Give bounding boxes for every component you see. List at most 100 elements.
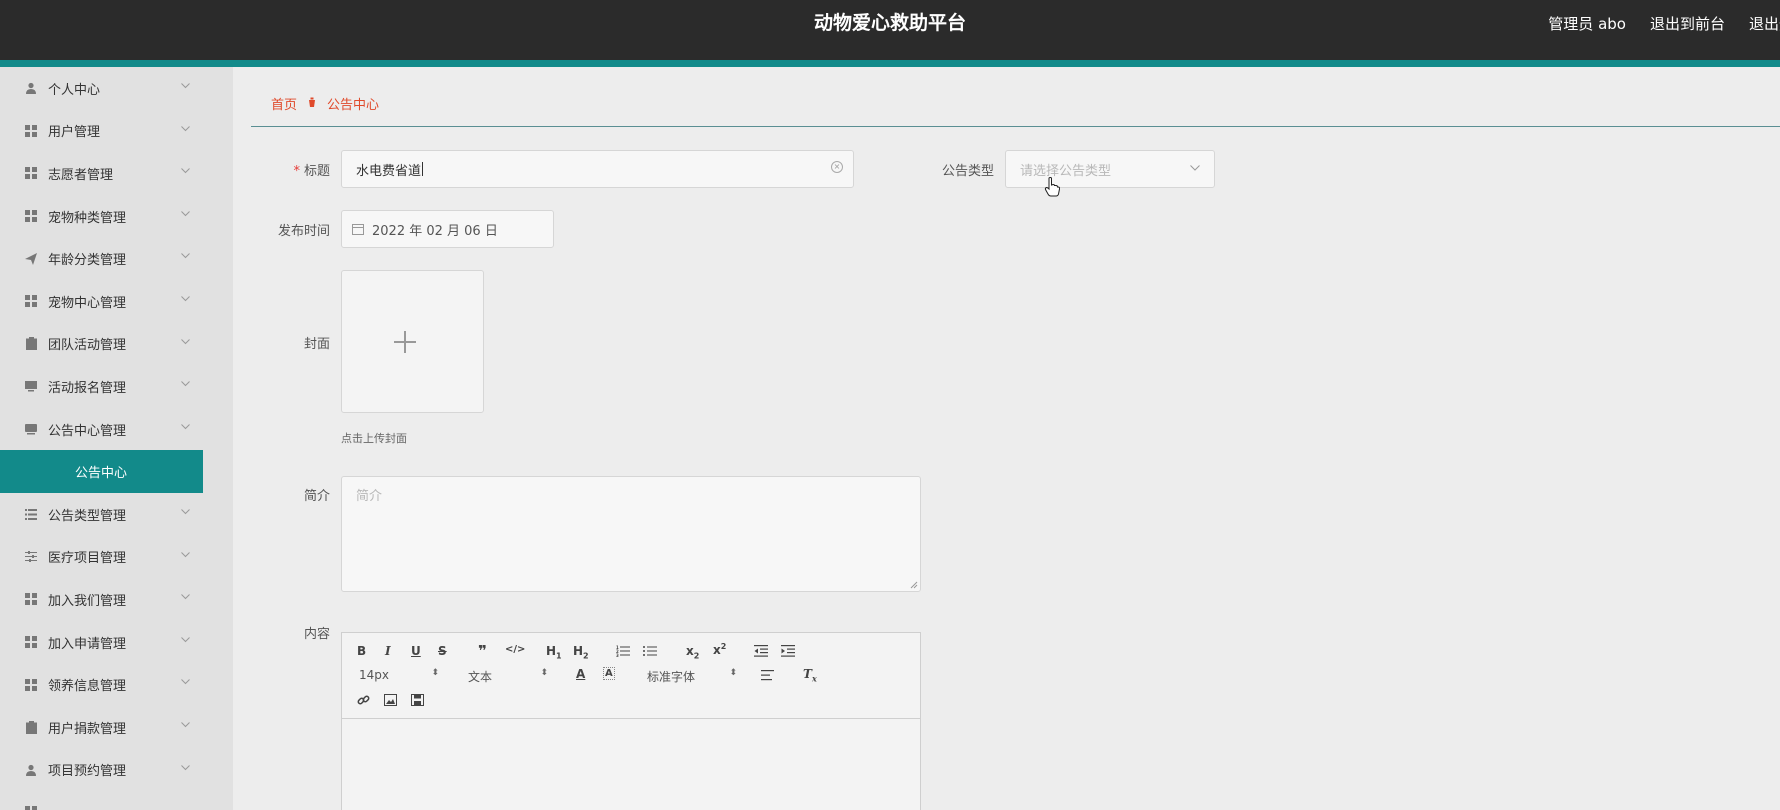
- notice-type-select[interactable]: 请选择公告类型: [1005, 150, 1215, 188]
- sidebar-item-team-activity-management[interactable]: 团队活动管理: [0, 323, 233, 366]
- chevron-down-icon: [181, 124, 190, 133]
- required-mark: *: [293, 164, 300, 179]
- cover-uploader[interactable]: [341, 270, 484, 413]
- grid-icon: [24, 124, 38, 138]
- align-left-icon[interactable]: [761, 670, 774, 681]
- main-content: 首页 公告中心 * 标题 水电费省道 × 公告类型 请选择公告类型 发布时间 20…: [233, 67, 1780, 810]
- title-input-value: 水电费省道: [356, 163, 422, 179]
- chevron-down-icon: [181, 550, 190, 559]
- publish-date-picker[interactable]: 2022 年 02 月 06 日: [341, 210, 554, 248]
- indent-icon[interactable]: [781, 645, 795, 657]
- sidebar-item-label: 宠物中心管理: [48, 295, 127, 311]
- sidebar-item-project-appointment-management[interactable]: 项目预约管理: [0, 749, 233, 792]
- sidebar-item-label: 加入申请管理: [48, 636, 127, 652]
- chevron-down-icon: [181, 720, 190, 729]
- notice-type-label: 公告类型: [941, 164, 994, 179]
- clear-icon[interactable]: ×: [831, 161, 843, 173]
- sidebar-item-age-category-management[interactable]: 年龄分类管理: [0, 237, 233, 280]
- breadcrumb-home-link[interactable]: 首页: [271, 94, 297, 113]
- select-arrows-icon: ⬍: [540, 668, 548, 678]
- sidebar-item-notice-type-management[interactable]: 公告类型管理: [0, 493, 233, 536]
- font-size-select[interactable]: 14px ⬍: [359, 668, 439, 682]
- cover-label: 封面: [303, 337, 330, 352]
- sidebar-item-label: 医疗项目管理: [48, 551, 127, 567]
- chevron-down-icon: [181, 635, 190, 644]
- sidebar-item-label: 志愿者管理: [48, 167, 114, 183]
- sidebar-item-label: 公告类型管理: [48, 508, 127, 524]
- heading2-icon[interactable]: H2: [573, 644, 589, 660]
- sidebar-item-partial[interactable]: [0, 791, 233, 810]
- sidebar-item-adoption-info-management[interactable]: 领养信息管理: [0, 663, 233, 706]
- sidebar-item-medical-project-management[interactable]: 医疗项目管理: [0, 536, 233, 579]
- font-family-select[interactable]: 标准字体 ⬍: [647, 668, 737, 685]
- select-arrows-icon: ⬍: [729, 668, 737, 678]
- breadcrumb-divider: [251, 126, 1780, 127]
- resize-handle-icon[interactable]: [910, 581, 918, 589]
- heading1-icon[interactable]: H1: [546, 644, 562, 660]
- cover-hint: 点击上传封面: [341, 432, 407, 445]
- superscript-icon[interactable]: x2: [713, 642, 726, 657]
- ordered-list-icon[interactable]: 123: [616, 645, 630, 657]
- calendar-icon: [352, 223, 364, 235]
- sidebar-item-pet-type-management[interactable]: 宠物种类管理: [0, 195, 233, 238]
- outdent-icon[interactable]: [754, 645, 768, 657]
- editor-content-area[interactable]: [342, 720, 920, 810]
- chevron-down-icon: [1190, 163, 1200, 174]
- content-label: 内容: [303, 627, 330, 642]
- editor-toolbar: B I U S ❞ </> H1 H2 123 x2 x2 14px ⬍ 文本 …: [342, 633, 920, 719]
- bullet-list-icon[interactable]: [643, 645, 657, 657]
- italic-icon[interactable]: I: [385, 644, 391, 658]
- link-icon[interactable]: [357, 694, 370, 707]
- sidebar-item-label: 团队活动管理: [48, 338, 127, 354]
- user-icon: [24, 81, 38, 95]
- grid-icon: [24, 678, 38, 692]
- sidebar-item-label: 年龄分类管理: [48, 253, 127, 269]
- exit-to-front-link[interactable]: 退出到前台: [1650, 13, 1725, 34]
- sidebar-item-activity-signup-management[interactable]: 活动报名管理: [0, 365, 233, 408]
- intro-textarea[interactable]: 简介: [341, 476, 921, 592]
- sidebar-item-notice-center-management[interactable]: 公告中心管理: [0, 408, 233, 451]
- sidebar-item-volunteer-management[interactable]: 志愿者管理: [0, 152, 233, 195]
- select-arrows-icon: ⬍: [431, 668, 439, 678]
- sidebar: 个人中心 用户管理 志愿者管理 宠物种类管理 年龄分类管理 宠物中心管理 团队活…: [0, 67, 233, 810]
- sidebar-item-label: 活动报名管理: [48, 380, 127, 396]
- font-color-icon[interactable]: A: [576, 667, 585, 681]
- publish-date-value: 2022 年 02 月 06 日: [372, 223, 498, 239]
- sidebar-item-user-donation-management[interactable]: 用户捐款管理: [0, 706, 233, 749]
- logout-link[interactable]: 退出登: [1749, 13, 1780, 34]
- background-color-icon[interactable]: A: [603, 667, 615, 680]
- clipboard-icon: [24, 720, 38, 734]
- format-value: 文本: [468, 670, 493, 684]
- sidebar-item-personal-center[interactable]: 个人中心: [0, 67, 233, 110]
- sidebar-item-label: 用户管理: [48, 125, 101, 141]
- chevron-down-icon: [181, 209, 190, 218]
- chevron-down-icon: [181, 507, 190, 516]
- code-icon[interactable]: </>: [505, 644, 525, 655]
- clear-format-icon[interactable]: Tx: [803, 667, 817, 683]
- sliders-icon: [24, 550, 38, 564]
- intro-label: 简介: [303, 489, 330, 504]
- video-icon[interactable]: [411, 694, 424, 706]
- sidebar-item-label: 用户捐款管理: [48, 721, 127, 737]
- send-icon: [24, 252, 38, 266]
- sidebar-item-pet-center-management[interactable]: 宠物中心管理: [0, 280, 233, 323]
- subscript-icon[interactable]: x2: [686, 644, 699, 660]
- sidebar-item-user-management[interactable]: 用户管理: [0, 110, 233, 153]
- hand-cursor-icon: [1044, 177, 1060, 197]
- bold-icon[interactable]: B: [357, 644, 366, 658]
- clipboard-icon: [24, 337, 38, 351]
- user-icon: [24, 763, 38, 777]
- underline-icon[interactable]: U: [411, 644, 421, 658]
- sidebar-item-label: 公告中心管理: [48, 423, 127, 439]
- image-icon[interactable]: [384, 694, 397, 706]
- sidebar-item-join-us-management[interactable]: 加入我们管理: [0, 578, 233, 621]
- strikethrough-icon[interactable]: S: [438, 644, 447, 658]
- format-select[interactable]: 文本 ⬍: [468, 668, 548, 685]
- chevron-down-icon: [181, 379, 190, 388]
- sidebar-item-join-application-management[interactable]: 加入申请管理: [0, 621, 233, 664]
- title-input[interactable]: 水电费省道 ×: [341, 150, 854, 188]
- admin-user-label: 管理员 abo: [1548, 14, 1626, 33]
- sidebar-item-label: 加入我们管理: [48, 593, 127, 609]
- sidebar-subitem-notice-center[interactable]: 公告中心: [0, 450, 203, 493]
- blockquote-icon[interactable]: ❞: [478, 642, 487, 660]
